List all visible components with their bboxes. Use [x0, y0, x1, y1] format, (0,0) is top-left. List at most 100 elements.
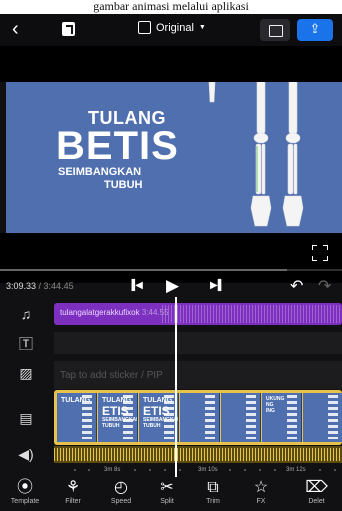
- skip-next-icon[interactable]: ▶▌: [210, 280, 225, 291]
- skip-previous-icon[interactable]: ▐◀: [128, 280, 143, 291]
- split-icon: ✂: [160, 479, 174, 496]
- audio-waveform: [162, 305, 342, 323]
- original-audio-waveform: [54, 448, 342, 461]
- tool-label: Delet: [308, 498, 325, 505]
- audio-clip-name: tulangalatgerakkufixok: [60, 308, 140, 317]
- current-time: 3:09.33: [6, 281, 37, 291]
- export-button[interactable]: ⇪: [297, 19, 333, 41]
- ruler-tick: [134, 469, 136, 471]
- page-caption: gambar animasi melalui aplikasi: [0, 0, 342, 14]
- trim-icon: ⧉: [207, 479, 219, 496]
- playback-controls: 3:09.33 / 3:44.45 ▐◀ ▶ ▶▌ ↶ ↷: [0, 274, 342, 298]
- add-video-icon[interactable]: ▤: [17, 410, 35, 428]
- thumbnail-text: TULANG: [61, 396, 90, 405]
- total-time: 3:44.45: [43, 281, 74, 291]
- thumbnail-skeleton: [246, 395, 256, 439]
- tool-filter[interactable]: ⚘ Filter: [48, 479, 98, 505]
- sticker-hint: Tap to add sticker / PIP: [60, 370, 163, 381]
- preview-title-line3: SEIMBANGKAN: [58, 166, 142, 178]
- redo-icon[interactable]: ↷: [318, 276, 331, 296]
- thumbnail-subtitle: SEIMBANGKAN TUBUH: [102, 417, 138, 429]
- preview-title-line2: BETIS: [56, 124, 179, 168]
- video-thumbnail: TULANG ETIS SEIMBANGKAN TUBUH: [98, 393, 138, 442]
- timeline-ruler: 3m 8s 3m 10s 3m 12s: [54, 466, 342, 476]
- tool-split[interactable]: ✂ Split: [142, 479, 192, 505]
- fullscreen-icon[interactable]: [312, 245, 328, 261]
- ruler-tick: [164, 469, 166, 471]
- add-text-icon[interactable]: 🅃: [17, 334, 35, 352]
- tool-label: Template: [10, 498, 40, 505]
- audio-clip-duration: 3:44.55: [141, 308, 169, 317]
- preview-letterbox-top: [0, 46, 342, 82]
- thumbnail-text: UKUNG NG ING: [266, 396, 284, 414]
- filter-icon: ⚘: [65, 479, 81, 496]
- add-sticker-icon[interactable]: ▨: [17, 365, 35, 383]
- thumbnail-skeleton: [328, 395, 338, 439]
- ruler-tick: [334, 469, 336, 471]
- save-button[interactable]: [260, 19, 290, 41]
- thumbnail-subtitle: UKUNG NG ING: [266, 396, 285, 414]
- video-clip-track[interactable]: TULANG TULANG ETIS SEIMBANGKAN TUBUH TULANG E…: [54, 390, 342, 445]
- undo-icon[interactable]: ↶: [290, 276, 303, 296]
- ruler-label: 3m 12s: [286, 467, 306, 473]
- video-thumbnail: TULANG: [57, 393, 97, 442]
- ruler-tick: [319, 469, 321, 471]
- ruler-tick: [74, 469, 76, 471]
- tool-template[interactable]: ⦿ Template: [0, 479, 50, 505]
- chevron-left-icon[interactable]: ‹: [12, 18, 19, 40]
- fx-icon: ☆: [253, 479, 269, 496]
- ruler-tick: [179, 469, 181, 471]
- tool-fx[interactable]: ☆ FX: [236, 479, 286, 505]
- audio-clip-music[interactable]: tulangalatgerakkufixok 3:44.55: [54, 303, 342, 325]
- ruler-tick: [274, 469, 276, 471]
- top-bar: ‹ Original ▼ ⇪: [0, 14, 342, 46]
- caret-down-icon: ▼: [198, 24, 206, 31]
- thumbnail-skeleton: [287, 395, 297, 439]
- tool-label: Split: [160, 498, 174, 505]
- timeline-playhead[interactable]: [175, 297, 177, 478]
- video-editor-app: ‹ Original ▼ ⇪ TULANG BETIS SEIMBANGKAN …: [0, 14, 342, 511]
- tool-label: Filter: [65, 498, 81, 505]
- thumbnail-skeleton: [205, 395, 215, 439]
- video-thumbnail: TULANG ETIS SEIMBANGKAN TUBUH: [139, 393, 179, 442]
- trash-icon: ⌦: [305, 479, 328, 496]
- tool-label: FX: [256, 498, 266, 505]
- time-readout: 3:09.33 / 3:44.45: [6, 281, 74, 291]
- ruler-tick: [229, 469, 231, 471]
- draft-icon[interactable]: [62, 22, 75, 36]
- sticker-track[interactable]: Tap to add sticker / PIP: [54, 361, 342, 389]
- tool-label: Trim: [206, 498, 220, 505]
- tool-label: Speed: [110, 498, 132, 505]
- aspect-ratio-dropdown[interactable]: Original ▼: [138, 21, 206, 34]
- thumbnail-title: TULANG: [61, 397, 91, 404]
- ratio-icon: [138, 21, 151, 34]
- preview-title-line4: TUBUH: [104, 179, 143, 191]
- thumbnail-big-title: ETIS: [102, 404, 129, 418]
- ruler-tick: [259, 469, 261, 471]
- video-thumbnail: [303, 393, 342, 442]
- video-thumbnail: UKUNG NG ING: [262, 393, 302, 442]
- video-thumbnail: [180, 393, 220, 442]
- playback-progress-bar[interactable]: [0, 269, 342, 271]
- thumbnail-subtitle: SEIMBANGKAN TUBUH: [143, 417, 179, 429]
- ruler-tick: [149, 469, 151, 471]
- original-audio-track[interactable]: [54, 446, 342, 463]
- ruler-tick: [88, 469, 90, 471]
- thumbnail-text: TULANG ETIS SEIMBANGKAN TUBUH: [143, 396, 179, 429]
- play-icon[interactable]: ▶: [166, 276, 179, 296]
- tool-trim[interactable]: ⧉ Trim: [188, 479, 238, 505]
- ruler-tick: [244, 469, 246, 471]
- text-track[interactable]: [54, 332, 342, 354]
- time-separator: /: [36, 281, 44, 291]
- volume-icon[interactable]: ◀): [17, 446, 35, 464]
- tool-delet[interactable]: ⌦ Delet: [299, 479, 334, 505]
- tool-speed[interactable]: ◴ Speed: [96, 479, 146, 505]
- audio-clip-label: tulangalatgerakkufixok 3:44.55: [60, 308, 169, 317]
- ruler-label: 3m 8s: [104, 467, 121, 473]
- video-thumbnail: [221, 393, 261, 442]
- thumbnail-big-title: ETIS: [143, 404, 170, 418]
- aspect-ratio-label: Original: [156, 21, 194, 34]
- leg-skeleton-illustration: [208, 82, 304, 227]
- add-music-icon[interactable]: ♫: [17, 306, 35, 324]
- video-preview[interactable]: TULANG BETIS SEIMBANGKAN TUBUH: [6, 82, 342, 233]
